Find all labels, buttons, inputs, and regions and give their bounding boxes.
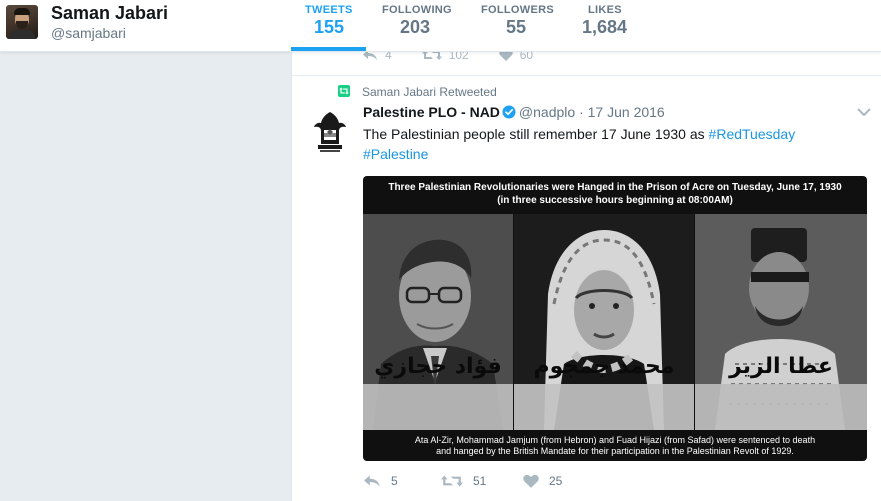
retweet-context-icon [338, 85, 350, 97]
tab-followers[interactable]: FOLLOWERS 55 [481, 4, 554, 38]
profile-avatar[interactable] [6, 5, 38, 39]
tab-tweets[interactable]: TWEETS 155 [305, 4, 353, 38]
tab-tweets-label: TWEETS [305, 4, 353, 16]
tab-likes[interactable]: LIKES 1,684 [582, 4, 627, 38]
avatar-shirt [9, 30, 35, 39]
portrait-figure [695, 214, 867, 430]
profile-nav-bar: Saman Jabari @samjabari TWEETS 155 FOLLO… [0, 0, 881, 52]
author-handle[interactable]: @nadplo [519, 104, 575, 120]
arabic-name-label: محمد جمجوم [533, 354, 675, 379]
media-title-line1: Three Palestinian Revolutionaries were H… [388, 182, 842, 193]
reply-icon [364, 475, 380, 487]
media-title-line2: (in three successive hours beginning at … [497, 195, 733, 206]
media-caption-line2: and hanged by the British Mandate for th… [436, 446, 794, 456]
tab-likes-label: LIKES [588, 4, 622, 16]
tab-followers-label: FOLLOWERS [481, 4, 554, 16]
hashtag-link[interactable]: #RedTuesday [709, 126, 796, 142]
arabic-name-label: فؤاد حجازي [374, 354, 502, 379]
tweet-header: Palestine PLO - NAD @nadplo · 17 Jun 2016 [363, 104, 665, 120]
header-separator: · [579, 104, 584, 120]
heart-icon [523, 474, 539, 488]
tab-tweets-count: 155 [314, 17, 345, 37]
portrait-photo [695, 214, 867, 430]
tweet-text: The Palestinian people still remember 17… [363, 124, 843, 164]
tab-following-label: FOLLOWING [382, 4, 452, 16]
author-avatar[interactable] [310, 108, 350, 156]
tweet-date[interactable]: 17 Jun 2016 [588, 104, 665, 120]
like-count: 25 [549, 474, 563, 488]
tweet-divider [292, 75, 881, 76]
portrait-photo [514, 214, 694, 430]
reply-count: 5 [391, 474, 398, 488]
reply-button[interactable]: 5 [363, 474, 441, 488]
arabic-name-label: عطا الزير [729, 354, 833, 379]
tab-following-count: 203 [400, 17, 431, 37]
tab-following[interactable]: FOLLOWING 203 [382, 4, 452, 38]
profile-name[interactable]: Saman Jabari [51, 3, 168, 24]
avatar-hair [14, 8, 30, 15]
retweet-icon [441, 475, 463, 487]
tab-likes-count: 1,684 [582, 17, 628, 37]
author-name[interactable]: Palestine PLO - NAD [363, 104, 500, 120]
media-title: Three Palestinian Revolutionaries were H… [363, 181, 867, 207]
verified-badge-icon [502, 105, 516, 119]
tab-followers-count: 55 [506, 17, 527, 37]
media-caption-line1: Ata Al-Zir, Mohammad Jamjum (from Hebron… [414, 435, 816, 445]
portrait-figure [514, 214, 694, 430]
active-tab-indicator [291, 47, 366, 51]
retweeted-by-label[interactable]: Saman Jabari Retweeted [362, 85, 497, 99]
chevron-down-icon[interactable] [856, 106, 872, 118]
like-button[interactable]: 25 [523, 474, 562, 488]
portrait-photo [363, 214, 513, 430]
timeline: 4 102 60 Saman Jabari Retweeted Palestin… [291, 30, 881, 501]
tweet-actions: 5 51 25 [363, 474, 562, 488]
hashtag-link[interactable]: #Palestine [363, 146, 428, 162]
media-caption: Ata Al-Zir, Mohammad Jamjum (from Hebron… [363, 435, 867, 457]
tweet-media-image[interactable]: Three Palestinian Revolutionaries were H… [363, 176, 867, 461]
profile-handle[interactable]: @samjabari [51, 25, 126, 41]
avatar-beard [16, 21, 28, 29]
portrait-figure [363, 214, 513, 430]
retweet-button[interactable]: 51 [441, 474, 523, 488]
retweet-count: 51 [473, 474, 487, 488]
tweet-text-body: The Palestinian people still remember 17… [363, 126, 709, 142]
